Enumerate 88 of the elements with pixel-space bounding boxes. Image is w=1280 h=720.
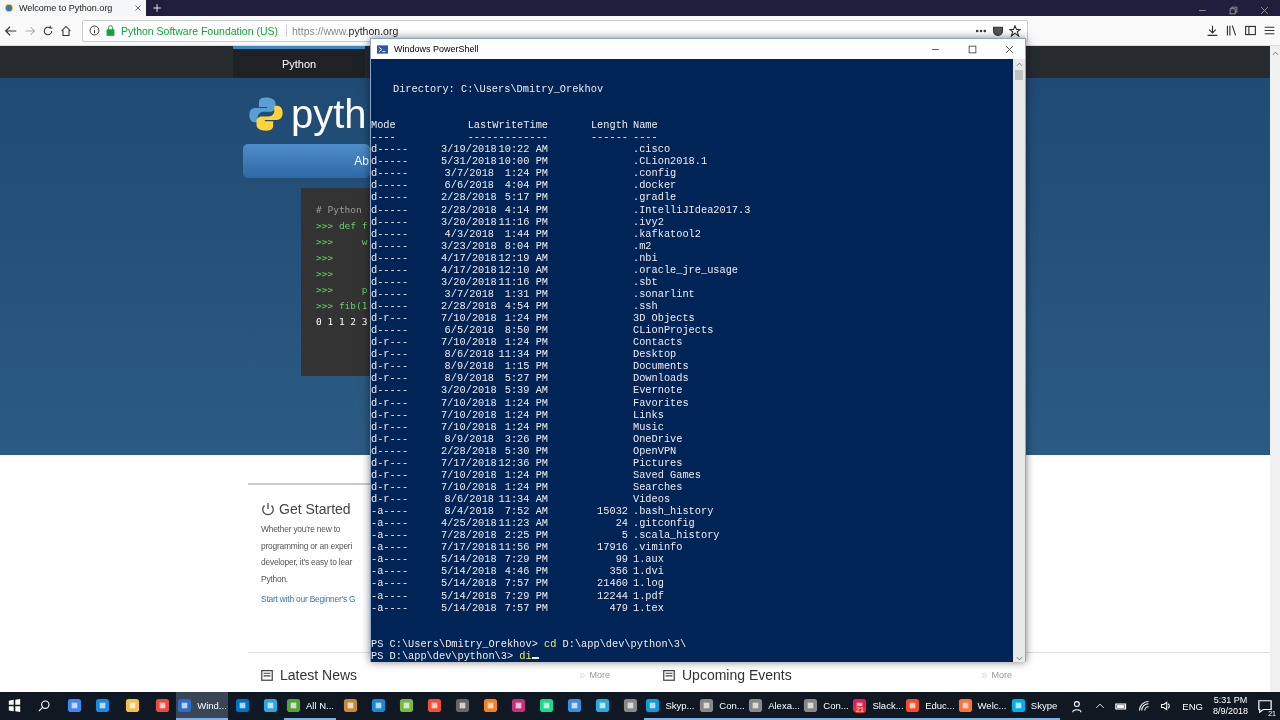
chevron-up-icon xyxy=(1095,701,1106,711)
app-icon xyxy=(538,697,554,713)
app-icon xyxy=(124,697,140,713)
app-icon xyxy=(66,697,82,713)
app-icon xyxy=(510,697,526,713)
python-logo-icon xyxy=(4,3,14,13)
app-icon xyxy=(699,697,715,713)
restore-icon[interactable] xyxy=(1229,5,1238,15)
chevron-icon xyxy=(981,671,989,679)
app-icon xyxy=(482,697,498,713)
pocket-icon[interactable] xyxy=(992,24,1004,37)
taskbar-item[interactable]: All N... xyxy=(284,692,336,720)
powershell-icon xyxy=(377,43,388,55)
notification-icon xyxy=(1258,699,1272,713)
taskbar-item[interactable]: Con... xyxy=(800,692,852,720)
maximize-icon[interactable] xyxy=(968,44,977,54)
widget-text: developer, it's easy to lear xyxy=(261,556,353,569)
volume-icon xyxy=(1160,700,1173,712)
scroll-thumb[interactable] xyxy=(1015,70,1023,80)
taskbar-item[interactable]: Wind... xyxy=(176,692,228,720)
logo-text: pyth xyxy=(291,94,367,134)
app-icon xyxy=(594,697,610,713)
app-icon xyxy=(454,697,470,713)
app-icon xyxy=(398,697,414,713)
calendar-icon xyxy=(662,668,676,682)
widget-title: Get Started xyxy=(279,501,351,517)
app-icon xyxy=(1010,697,1026,713)
close-icon[interactable] xyxy=(1260,5,1269,15)
address-field[interactable]: Python Software Foundation (US) https://www.python.org xyxy=(82,19,1028,42)
url-text: https://www.python.org xyxy=(292,24,399,37)
info-icon xyxy=(89,25,100,36)
power-icon xyxy=(261,502,275,516)
home-icon[interactable] xyxy=(60,24,72,37)
taskbar-item[interactable]: Skyp... xyxy=(644,692,696,720)
sidebar-icon[interactable] xyxy=(1244,24,1257,37)
app-icon xyxy=(177,697,193,713)
beginner-link[interactable]: Start with our Beginner's G xyxy=(261,594,356,604)
wifi-icon xyxy=(1138,700,1151,712)
widget-text: Whether you're new to xyxy=(261,523,342,536)
app-icon xyxy=(957,697,973,713)
app-icon xyxy=(622,697,638,713)
windows-logo-icon xyxy=(7,698,21,712)
menu-icon[interactable] xyxy=(1263,24,1276,37)
scrollbar[interactable] xyxy=(1270,46,1280,692)
app-icon xyxy=(154,697,170,713)
scrollbar[interactable] xyxy=(1013,59,1025,662)
library-icon[interactable] xyxy=(1225,24,1238,37)
section-title: Latest News xyxy=(280,667,359,683)
close-icon[interactable] xyxy=(1005,44,1014,54)
taskbar-item[interactable]: Con... xyxy=(696,692,748,720)
clock[interactable]: 5:31 PM 8/9/2018 xyxy=(1212,695,1248,717)
app-icon xyxy=(94,697,110,713)
nav-tab[interactable]: Python xyxy=(233,46,365,78)
app-icon xyxy=(370,697,386,713)
widget-text: Python. xyxy=(261,572,289,586)
star-icon[interactable] xyxy=(1009,24,1021,37)
terminal-output: Directory: C:\Users\Dmitry_Orekhov Mode LastWriteTime Length Name ---- ------------- ------ ---- d----- 3/19/2018 10:22 AM .cisco d----- 5/31/2018 10:00 PM .CLion2018.1 d----- 3/7/2018 1:24 PM .config d----- 6/6/2018 4:04 PM .docker d----- 2/28/2018 5:17 PM .gradle d----- 2/28/2018 4:14 PM .IntelliJIdea2017.3 d----- 3/20/2018 11:16 PM .ivy2 d----- 4/3/2018 1:44 PM .kafkatool2 d----- 3/23/2018 8:04 PM .m2 d----- 4/17/2018 12:19 AM .nbi d----- 4/17/2018 12:10 AM .oracle_jre_usage d----- 3/20/2018 11:16 PM .sbt d----- 3/7/2018 1:31 PM .sonarlint d----- 2/28/2018 4:54 PM .ssh d-r--- 7/10/2018 1:24 PM 3D Objects d----- 6/5/2018 8:50 PM CLionProjects d-r--- 7/10/2018 1:24 PM Contacts d-r--- 8/6/2018 11:34 PM Desktop d-r--- 8/9/2018 1:15 PM Documents d-r--- 8/9/2018 5:27 PM Downloads d----- 3/20/2018 5:39 AM Evernote d-r--- 7/10/2018 1:24 PM Favorites d-r--- 7/10/2018 1:24 PM Links d-r--- 7/10/2018 1:24 PM Music d-r--- 8/9/2018 3:26 PM OneDrive d----- 2/28/2018 5:30 PM OpenVPN d-r--- 7/17/2018 12:36 PM Pictures d-r--- 7/10/2018 1:24 PM Saved Games d-r--- 7/10/2018 1:24 PM Searches d-r--- 8/6/2018 11:34 AM Videos -a---- 8/4/2018 7:52 AM 15032 .bash_history -a---- 4/25/2018 11:23 AM 24 .gitconfig -a---- 7/28/2018 2:25 PM 5 .scala_history -a---- 7/17/2018 11:56 PM 17916 .viminfo -a---- 5/14/2018 7:29 PM 99 1.aux -a---- 5/14/2018 4:46 PM 356 1.dvi -a---- 5/14/2018 7:57 PM 21460 1.log -a---- 5/14/2018 7:29 PM 12244 1.pdf -a---- 5/14/2018 7:57 PM 479 1.tex PS C:\Users\Dmitry_Orekhov> cd D:\app\dev\python\3\ PS D:\app\dev\python\3> di xyxy=(371,59,1013,662)
browser-tab[interactable]: Welcome to Python.org xyxy=(0,0,146,16)
app-icon xyxy=(645,697,661,713)
back-arrow-icon[interactable] xyxy=(4,23,18,38)
app-icon xyxy=(748,697,764,713)
close-icon[interactable] xyxy=(134,4,142,12)
taskbar-item[interactable]: Alexa... xyxy=(748,692,800,720)
app-icon xyxy=(286,697,301,713)
chevron-icon xyxy=(579,671,587,679)
app-icon xyxy=(566,697,582,713)
app-icon xyxy=(342,697,358,713)
taskbar-item[interactable]: Educ... xyxy=(904,692,956,720)
hero-button[interactable]: Ab xyxy=(243,144,370,178)
python-logo-icon xyxy=(247,95,285,133)
language-indicator[interactable]: ENG xyxy=(1182,700,1203,712)
widget-text: programming or an experi xyxy=(261,539,353,553)
search-icon xyxy=(37,698,51,712)
section-title: Upcoming Events xyxy=(682,667,793,683)
app-icon xyxy=(905,697,921,713)
window-title: Windows PowerShell xyxy=(394,44,480,54)
download-icon[interactable] xyxy=(1206,24,1219,37)
app-icon xyxy=(803,697,819,713)
plus-icon[interactable] xyxy=(152,3,162,13)
taskbar-item[interactable]: Welc... xyxy=(956,692,1008,720)
newspaper-icon xyxy=(260,668,274,682)
reload-icon[interactable] xyxy=(42,24,54,37)
taskbar-item[interactable]: Skype xyxy=(1008,692,1060,720)
app-icon xyxy=(262,697,278,713)
app-icon xyxy=(234,697,250,713)
app-icon xyxy=(426,697,442,713)
lock-icon xyxy=(105,25,116,36)
site-identity: Python Software Foundation (US) xyxy=(121,24,287,37)
